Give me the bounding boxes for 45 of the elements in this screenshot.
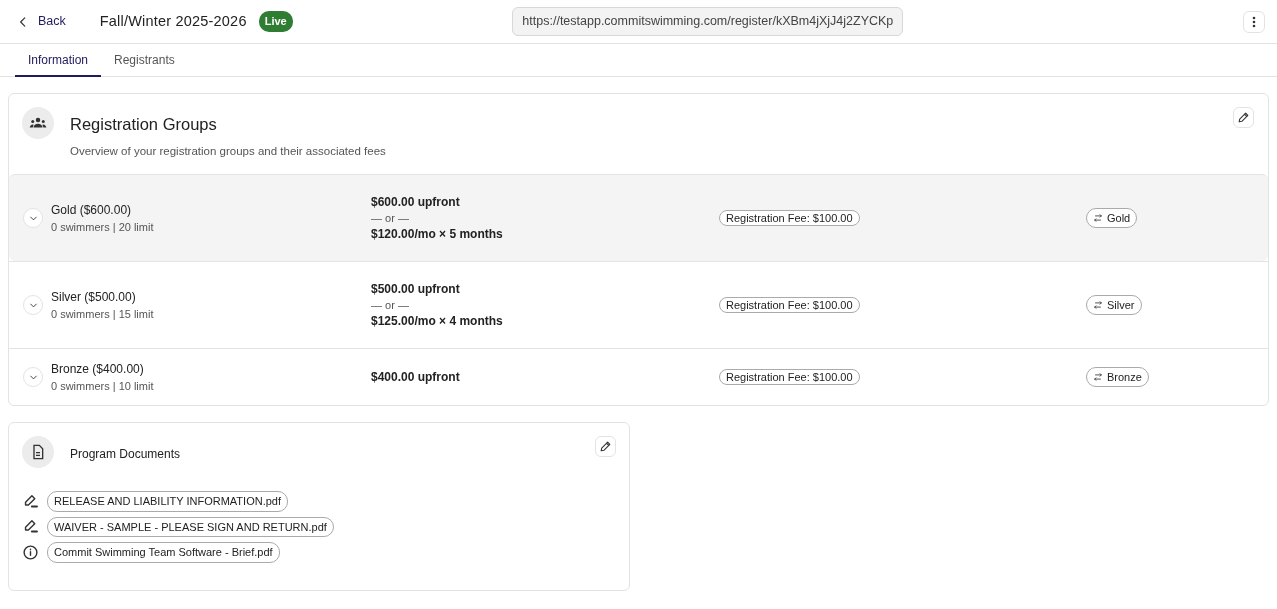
- document-link[interactable]: RELEASE AND LIABILITY INFORMATION.pdf: [47, 491, 288, 512]
- tab[interactable]: Registrants: [101, 44, 188, 77]
- section-title: Program Documents: [70, 446, 182, 463]
- edit-button[interactable]: [595, 436, 616, 457]
- section-title: Registration Groups: [70, 114, 218, 135]
- more-options-button[interactable]: [1243, 10, 1265, 33]
- people-icon: [22, 107, 54, 139]
- fee-tag: Registration Fee: $100.00: [719, 210, 860, 227]
- tab[interactable]: Information: [15, 44, 102, 77]
- more-icon: [1252, 15, 1256, 28]
- group-tag-label: Silver: [1107, 297, 1135, 313]
- group-name: Silver ($500.00): [51, 288, 137, 306]
- swap-arrows-icon: [1093, 299, 1103, 310]
- info-icon: [22, 543, 39, 561]
- group-tag-label: Bronze: [1107, 369, 1142, 385]
- pen-icon: [22, 518, 39, 536]
- or-separator: — or —: [371, 298, 410, 313]
- upfront-price: $400.00 upfront: [371, 369, 461, 385]
- swap-arrows-icon: [1093, 212, 1103, 223]
- pen-icon: [22, 492, 39, 510]
- group-stats: 0 swimmers | 15 limit: [51, 306, 155, 322]
- page-title: Fall/Winter 2025-2026: [99, 11, 247, 31]
- group-name: Gold ($600.00): [51, 201, 133, 219]
- fee-tag: Registration Fee: $100.00: [719, 369, 860, 386]
- document-icon: [22, 436, 54, 468]
- back-link[interactable]: Back: [12, 12, 70, 31]
- pencil-icon: [1237, 111, 1250, 124]
- edit-button[interactable]: [1233, 107, 1254, 128]
- document-link[interactable]: Commit Swimming Team Software - Brief.pdf: [47, 542, 280, 563]
- group-stats: 0 swimmers | 20 limit: [51, 219, 155, 235]
- upfront-price: $600.00 upfront: [371, 194, 461, 210]
- status-badge: Live: [258, 11, 293, 32]
- upfront-price: $500.00 upfront: [371, 281, 461, 297]
- installment-price: $120.00/mo × 5 months: [371, 226, 504, 242]
- fee-tag: Registration Fee: $100.00: [719, 297, 860, 314]
- document-link[interactable]: WAIVER - SAMPLE - PLEASE SIGN AND RETURN.pdf: [47, 516, 334, 537]
- swap-arrows-icon: [1093, 371, 1103, 382]
- or-separator: — or —: [371, 211, 410, 226]
- section-subtitle: Overview of your registration groups and their associated fees: [70, 143, 387, 159]
- group-stats: 0 swimmers | 10 limit: [51, 378, 155, 394]
- url-field[interactable]: https://testapp.commitswimming.com/register/kXBm4jXjJ4j2ZYCKp: [512, 7, 904, 36]
- group-tag-label: Gold: [1107, 210, 1131, 226]
- pencil-icon: [599, 440, 612, 453]
- installment-price: $125.00/mo × 4 months: [371, 313, 504, 329]
- group-name: Bronze ($400.00): [51, 360, 145, 378]
